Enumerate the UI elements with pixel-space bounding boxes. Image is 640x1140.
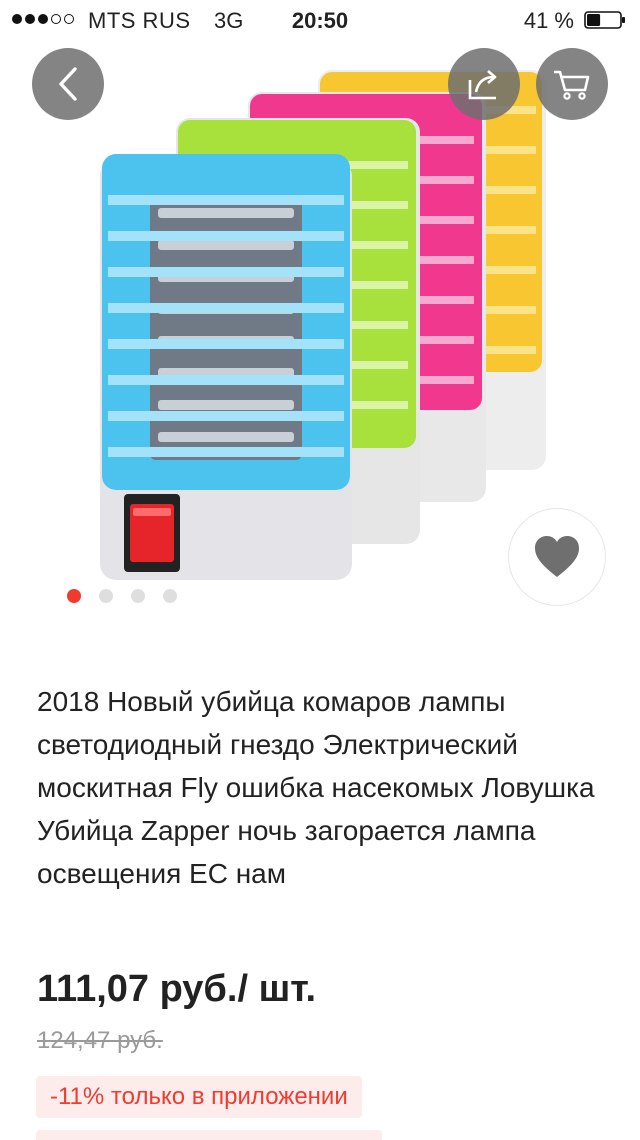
blue-lamp [100,154,352,580]
original-price: 124,47 руб. [37,1027,163,1054]
product-title: 2018 Новый убийца комаров лампы светодио… [37,686,595,889]
pager-dot[interactable] [99,589,113,603]
app-discount-badge: -11% только в приложении [36,1076,362,1118]
share-icon [468,70,497,100]
heart-icon [535,536,579,577]
cart-icon [554,70,590,100]
pager-dot[interactable] [163,589,177,603]
product-gallery[interactable] [0,0,640,636]
favorite-button[interactable] [508,508,606,606]
promo-badge [36,1130,382,1140]
cart-button[interactable] [536,48,608,120]
chevron-left-icon [59,67,77,101]
share-button[interactable] [448,48,520,120]
back-button[interactable] [32,48,104,120]
battery-percentage: 41 % [523,8,574,33]
pager-dot[interactable] [67,589,81,603]
image-pager[interactable] [67,589,177,603]
product-price: 111,07 руб./ шт. [37,968,317,1010]
status-bar: MTS RUS 3G 20:50 41 % [0,0,640,40]
pager-dot[interactable] [131,589,145,603]
battery-icon [584,11,625,29]
